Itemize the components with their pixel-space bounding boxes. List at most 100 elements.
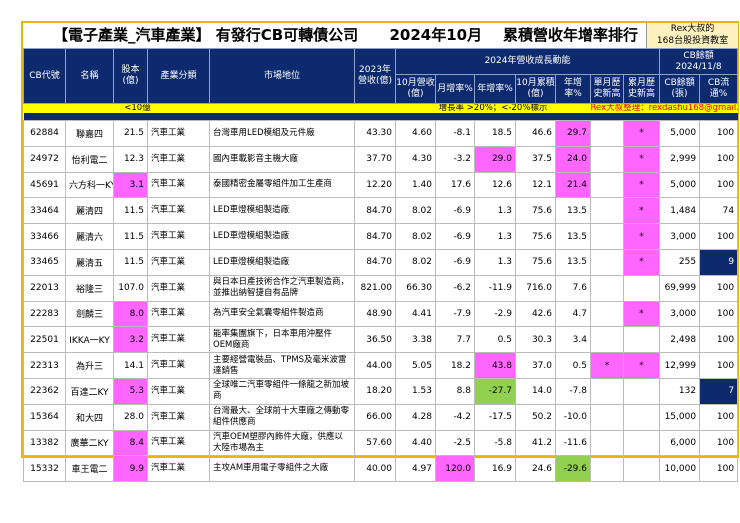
cell-name: 麗清五	[65, 248, 114, 276]
cell-cum-high: *	[622, 171, 661, 199]
cell-oct-rev: 66.30	[395, 274, 436, 302]
cell-cum-yoy: 3.4	[555, 326, 591, 354]
brand-line-1: Rex大叔的	[670, 24, 715, 34]
cell-cb-balance: 2,999	[659, 145, 701, 173]
cell-market: 汽車OEM塑膠內飾件大廠，供應以大陸市場為主	[209, 429, 355, 457]
cell-code: 22313	[23, 352, 66, 379]
cell-oct-rev: 1.40	[395, 171, 436, 199]
table-row: 13382 廣華二KY 8.4 汽車工業 汽車OEM塑膠內飾件大廠，供應以大陸市場為主 5…	[23, 429, 739, 457]
cell-rev2023: 43.30	[354, 120, 396, 147]
cell-cum-high: *	[622, 145, 661, 173]
cell-oct-rev: 4.41	[395, 300, 436, 328]
cell-month-high	[590, 197, 624, 225]
cell-cum-high: *	[622, 120, 661, 147]
cell-yoy: -11.9	[474, 274, 516, 302]
cell-mom: -7.9	[435, 300, 475, 328]
cell-cum-yoy: -11.6	[555, 429, 591, 457]
cell-rev2023: 37.70	[354, 145, 396, 173]
cell-rev2023: 12.20	[354, 171, 396, 199]
cell-cb-float: 100	[699, 403, 739, 431]
cell-mom: 7.7	[435, 326, 475, 354]
cell-cb-float: 100	[699, 120, 739, 147]
cell-name: 百達二KY	[65, 377, 114, 405]
cell-mom: -6.9	[435, 223, 475, 250]
cell-market: 泰國精密金屬零組件加工生產商	[209, 171, 355, 199]
cell-yoy: -5.8	[474, 429, 516, 457]
cell-oct-rev: 4.30	[395, 145, 436, 173]
cell-market: 為汽車安全氣囊零組件製造商	[209, 300, 355, 328]
cell-name: 聯嘉四	[65, 120, 114, 147]
cell-cb-float: 100	[699, 429, 739, 457]
header-rev2023: 2023年營收(億)	[354, 48, 396, 104]
cell-cb-balance: 1,484	[659, 197, 701, 225]
cell-code: 33465	[23, 248, 66, 276]
header-code: CB代號	[23, 48, 66, 104]
cell-yoy: -17.5	[474, 403, 516, 431]
cell-cb-float: 74	[699, 197, 739, 225]
cell-cb-float: 7	[699, 377, 739, 405]
cell-industry: 汽車工業	[147, 300, 210, 328]
table-row: 22313 為升三 14.1 汽車工業 主要經營電裝品、TPMS及毫米波雷達銷售 44.0…	[23, 352, 739, 379]
cell-cum-high	[622, 274, 661, 302]
table-row: 45691 六方科一KY 3.1 汽車工業 泰國精密金屬零組件加工生產商 12.20 1.4…	[23, 171, 739, 199]
note-contact: Rex大叔整理：rexdashu168@gmail.com	[590, 103, 738, 113]
cell-market: 主要經營電裝品、TPMS及毫米波雷達銷售	[209, 352, 355, 379]
cell-code: 33464	[23, 197, 66, 225]
cell-oct-rev: 8.02	[395, 248, 436, 276]
cell-oct-cum: 42.6	[515, 300, 556, 328]
cell-industry: 汽車工業	[147, 429, 210, 457]
cell-cb-balance: 255	[659, 248, 701, 276]
cell-capital: 14.1	[113, 352, 148, 379]
cell-oct-cum: 37.0	[515, 352, 556, 379]
cell-cb-balance: 2,498	[659, 326, 701, 354]
cell-industry: 汽車工業	[147, 197, 210, 225]
cell-cum-high	[622, 455, 661, 483]
cell-cb-float: 100	[699, 326, 739, 354]
cell-capital: 28.0	[113, 403, 148, 431]
cell-oct-cum: 46.6	[515, 120, 556, 147]
cell-cum-yoy: -7.8	[555, 377, 591, 405]
cell-capital: 12.3	[113, 145, 148, 173]
cell-cb-balance: 69,999	[659, 274, 701, 302]
cell-cb-balance: 3,000	[659, 300, 701, 328]
cell-mom: 18.2	[435, 352, 475, 379]
cell-industry: 汽車工業	[147, 274, 210, 302]
cell-oct-cum: 75.6	[515, 223, 556, 250]
cell-cum-yoy: 13.5	[555, 197, 591, 225]
cell-cum-high: *	[622, 197, 661, 225]
cell-mom: 8.8	[435, 377, 475, 405]
header-name: 名稱	[65, 48, 114, 104]
table-row: 33464 麗清四 11.5 汽車工業 LED車燈模組製造廠 84.70 8.02 -6.9 1…	[23, 197, 739, 225]
cell-oct-cum: 37.5	[515, 145, 556, 173]
cell-market: 能率集團旗下，日本車用沖壓件OEM廠商	[209, 326, 355, 354]
cell-capital: 8.4	[113, 429, 148, 457]
cell-market: 全球唯二汽車零組件一條龍之新加坡商	[209, 377, 355, 405]
cell-cum-high: *	[622, 300, 661, 328]
cell-market: LED車燈模組製造廠	[209, 197, 355, 225]
cell-yoy: 29.0	[474, 145, 516, 173]
header-oct-cum: 10月累積(億)	[515, 74, 556, 104]
cell-cum-yoy: 0.5	[555, 352, 591, 379]
cell-industry: 汽車工業	[147, 377, 210, 405]
header-market: 市場地位	[209, 48, 355, 104]
cell-rev2023: 84.70	[354, 248, 396, 276]
cell-month-high	[590, 274, 624, 302]
cell-month-high	[590, 145, 624, 173]
cell-industry: 汽車工業	[147, 403, 210, 431]
cell-code: 24972	[23, 145, 66, 173]
cell-cb-float: 100	[699, 145, 739, 173]
cell-mom: 17.6	[435, 171, 475, 199]
cell-code: 33466	[23, 223, 66, 250]
cell-code: 15332	[23, 455, 66, 483]
cell-rev2023: 821.00	[354, 274, 396, 302]
cell-cum-yoy: 7.6	[555, 274, 591, 302]
report-frame: 【電子產業_汽車產業】 有發行CB可轉債公司 2024年10月 累積營收年增率排…	[21, 21, 739, 483]
cell-mom: -6.2	[435, 274, 475, 302]
cell-code: 22501	[23, 326, 66, 354]
header-cb-balance: CB餘額(張)	[659, 74, 701, 104]
cell-rev2023: 84.70	[354, 223, 396, 250]
cell-code: 13382	[23, 429, 66, 457]
cell-name: 劍麟三	[65, 300, 114, 328]
cell-market: 主攻AM車用電子零組件之大廠	[209, 455, 355, 483]
cell-cum-yoy: -10.0	[555, 403, 591, 431]
